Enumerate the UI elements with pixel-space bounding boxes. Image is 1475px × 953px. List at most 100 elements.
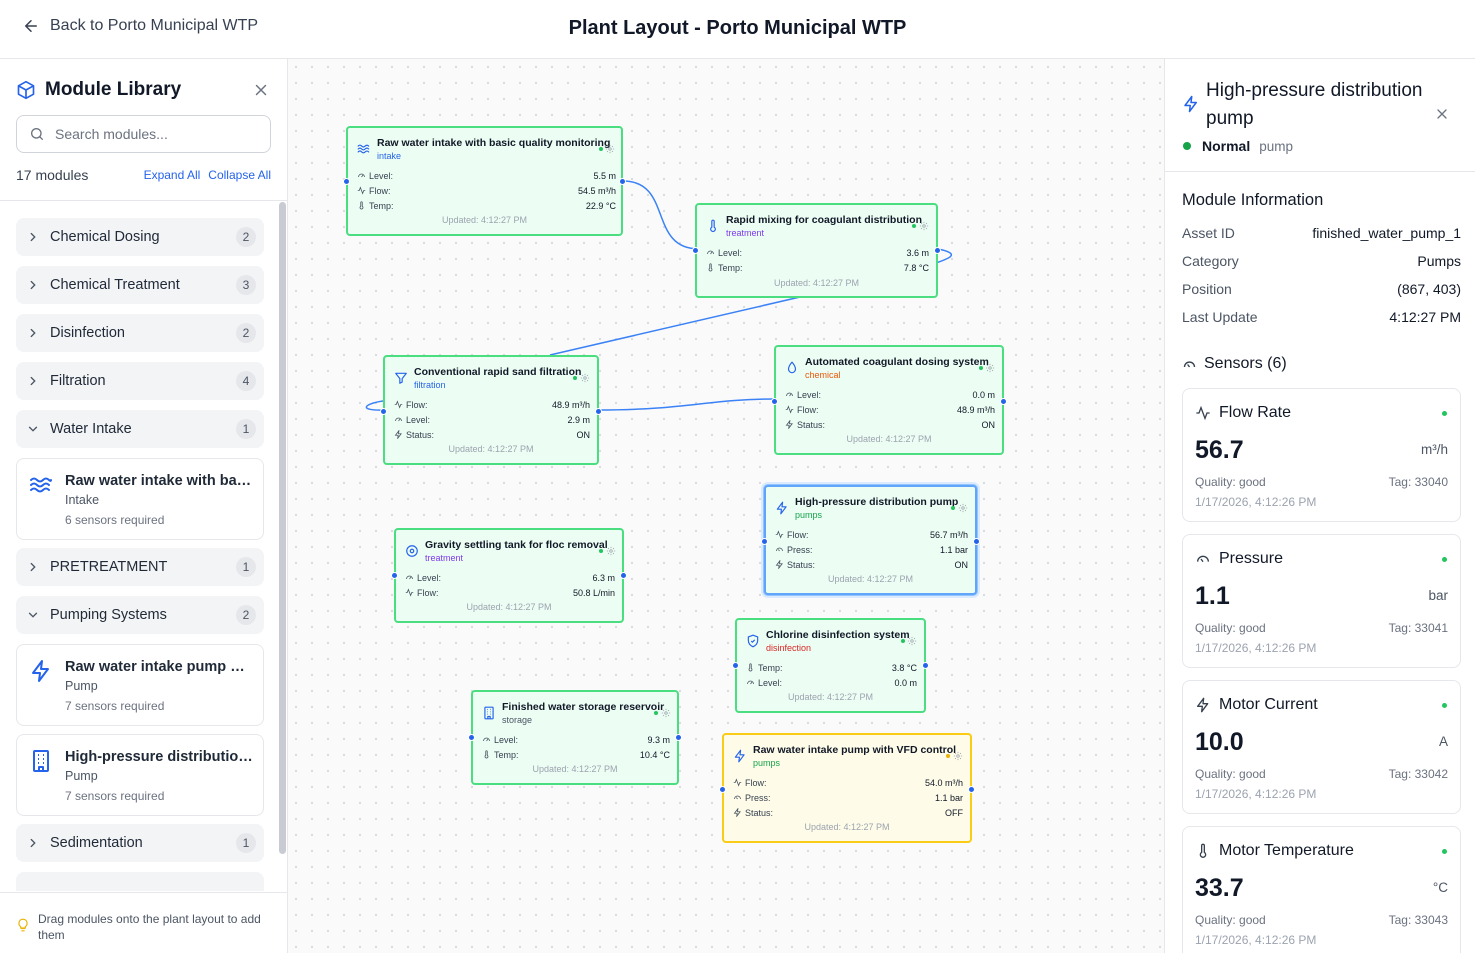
gear-icon[interactable]: [661, 708, 671, 718]
category-disinfection[interactable]: Disinfection 2: [16, 314, 264, 352]
sensor-timestamp: 1/17/2026, 4:12:26 PM: [1195, 787, 1317, 801]
sensor-status-dot: [1442, 703, 1447, 708]
sensor-quality: Quality: good: [1195, 621, 1266, 635]
info-value: Pumps: [1417, 253, 1461, 269]
port-left[interactable]: [468, 734, 475, 741]
port-right[interactable]: [675, 734, 682, 741]
port-left[interactable]: [761, 538, 768, 545]
port-right[interactable]: [934, 247, 941, 254]
node-sensor-rows: Temp: 3.8 °C Level: 0.0 m: [746, 660, 917, 690]
expand-all-link[interactable]: Expand All: [144, 168, 201, 182]
module-card[interactable]: High-pressure distribution pump Pump 7 s…: [16, 734, 264, 816]
port-left[interactable]: [391, 572, 398, 579]
collapse-all-link[interactable]: Collapse All: [208, 168, 271, 182]
node-updated: Updated: 4:12:27 PM: [532, 764, 618, 774]
port-left[interactable]: [719, 786, 726, 793]
module-node-settling-tank[interactable]: Gravity settling tank for floc removal t…: [391, 528, 627, 623]
sensor-label: Flow:: [417, 587, 439, 598]
port-right[interactable]: [619, 178, 626, 185]
port-right[interactable]: [595, 408, 602, 415]
details-title: High-pressure distribution pump: [1206, 80, 1423, 129]
gear-icon[interactable]: [580, 373, 590, 383]
shield-icon: [747, 634, 759, 648]
module-card[interactable]: Raw water intake with basic quality moni…: [16, 458, 264, 540]
sensor-tag: Tag: 33040: [1388, 475, 1448, 489]
gear-icon[interactable]: [606, 546, 616, 556]
thermometer-icon: [708, 263, 713, 272]
status-dot: [1183, 142, 1191, 150]
library-header: Module Library: [16, 79, 181, 101]
port-right[interactable]: [968, 786, 975, 793]
sensor-card[interactable]: Flow Rate 56.7 m³/h Quality: good Tag: 3…: [1182, 388, 1461, 522]
connection-line[interactable]: [597, 398, 776, 411]
search-input[interactable]: [55, 126, 255, 142]
category-pretreatment[interactable]: PRETREATMENT 1: [16, 548, 264, 586]
sensor-value: ON: [954, 559, 969, 570]
sensor-value: ON: [981, 419, 996, 430]
category-partial[interactable]: [16, 872, 264, 891]
connection-line[interactable]: [549, 296, 801, 356]
port-left[interactable]: [732, 662, 739, 669]
sensor-value: 6.3 m: [592, 572, 615, 583]
sensor-row: Level: 3.6 m: [706, 245, 929, 260]
category-pumping-systems[interactable]: Pumping Systems 2: [16, 596, 264, 634]
port-right[interactable]: [1000, 398, 1007, 405]
gauge-icon: [747, 680, 754, 685]
module-node-rapid-mixing[interactable]: Rapid mixing for coagulant distribution …: [692, 203, 941, 298]
category-chemical-treatment[interactable]: Chemical Treatment 3: [16, 266, 264, 304]
module-node-coagulant-dosing[interactable]: Automated coagulant dosing system chemic…: [771, 345, 1007, 455]
sensor-timestamp: 1/17/2026, 4:12:26 PM: [1195, 933, 1317, 947]
activity-icon: [1196, 405, 1210, 421]
sidebar-scrollbar[interactable]: [279, 202, 286, 854]
sensor-value: 0.0 m: [972, 389, 995, 400]
sensor-label: Status:: [745, 807, 774, 818]
sensor-label: Status:: [406, 429, 435, 440]
sensor-row: Flow: 54.5 m³/h: [357, 183, 616, 198]
sensor-label: Level:: [718, 247, 743, 258]
category-sedimentation[interactable]: Sedimentation 1: [16, 824, 264, 862]
sensor-row: Level: 9.3 m: [482, 732, 670, 747]
module-node-chlorine-disinfection[interactable]: Chlorine disinfection system disinfectio…: [732, 618, 929, 713]
node-status-dot: [654, 711, 658, 715]
close-details-icon[interactable]: [1434, 106, 1450, 122]
port-left[interactable]: [343, 178, 350, 185]
port-left[interactable]: [380, 408, 387, 415]
module-card[interactable]: Raw water intake pump with VFD control P…: [16, 644, 264, 726]
module-node-storage-reservoir[interactable]: Finished water storage reservoir storage…: [468, 690, 682, 785]
close-library-icon[interactable]: [252, 81, 270, 99]
port-left[interactable]: [771, 398, 778, 405]
pressure-icon: [776, 547, 783, 552]
module-node-high-pressure-pump[interactable]: High-pressure distribution pump pumps Fl…: [761, 485, 980, 595]
info-value: (867, 403): [1397, 281, 1461, 297]
sensor-timestamp: 1/17/2026, 4:12:26 PM: [1195, 495, 1317, 509]
port-right[interactable]: [973, 538, 980, 545]
gear-icon[interactable]: [953, 751, 963, 761]
module-node-raw-water-intake[interactable]: Raw water intake with basic quality moni…: [343, 126, 626, 236]
gear-icon[interactable]: [958, 503, 968, 513]
pressure-icon: [1197, 555, 1209, 563]
category-filtration[interactable]: Filtration 4: [16, 362, 264, 400]
sensor-card[interactable]: Pressure 1.1 bar Quality: good Tag: 3304…: [1182, 534, 1461, 668]
info-row: Last Update 4:12:27 PM: [1182, 309, 1461, 337]
sensor-card[interactable]: Motor Current 10.0 A Quality: good Tag: …: [1182, 680, 1461, 814]
port-right[interactable]: [922, 662, 929, 669]
gear-icon[interactable]: [605, 144, 615, 154]
port-right[interactable]: [620, 572, 627, 579]
sensor-label: Status:: [787, 559, 816, 570]
connection-line[interactable]: [622, 180, 700, 250]
chevron-right-icon: [30, 232, 36, 242]
node-updated: Updated: 4:12:27 PM: [466, 602, 552, 612]
sensor-label: Temp:: [369, 200, 394, 211]
sensor-name: Motor Temperature: [1219, 842, 1354, 859]
module-node-sand-filtration[interactable]: Conventional rapid sand filtration filtr…: [380, 355, 602, 465]
gear-icon[interactable]: [919, 221, 929, 231]
plant-layout-canvas[interactable]: Raw water intake with basic quality moni…: [288, 59, 1164, 953]
gear-icon[interactable]: [907, 636, 917, 646]
activity-icon: [733, 778, 742, 787]
category-water-intake[interactable]: Water Intake 1: [16, 410, 264, 448]
port-left[interactable]: [692, 247, 699, 254]
gear-icon[interactable]: [985, 363, 995, 373]
module-node-intake-pump[interactable]: Raw water intake pump with VFD control p…: [719, 733, 975, 843]
sensor-card[interactable]: Motor Temperature 33.7 °C Quality: good …: [1182, 826, 1461, 953]
category-chemical-dosing[interactable]: Chemical Dosing 2: [16, 218, 264, 256]
